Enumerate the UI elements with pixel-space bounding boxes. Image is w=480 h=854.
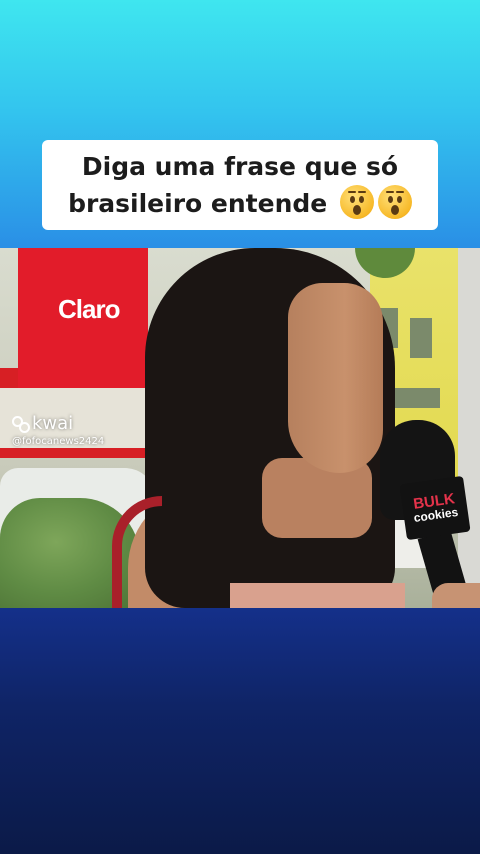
hushed-face-icon bbox=[377, 184, 412, 219]
caption-line-2: brasileiro entende bbox=[68, 188, 328, 218]
hushed-face-icon bbox=[339, 184, 374, 219]
store-sign: Claro bbox=[58, 294, 120, 324]
watermark-handle: @fofocanews2424 bbox=[12, 436, 105, 447]
microphone-flag: BULK cookies bbox=[399, 475, 471, 541]
caption-line-1: Diga uma frase que só bbox=[81, 151, 399, 181]
kwai-watermark: kwai @fofocanews2424 bbox=[12, 413, 104, 447]
watermark-app: kwai bbox=[32, 413, 74, 434]
caption-text: Diga uma frase que só brasileiro entende bbox=[68, 149, 412, 222]
person-face bbox=[288, 283, 383, 473]
video-frame[interactable]: Claro BULK cookies kwai @fofocanews2424 bbox=[0, 248, 480, 608]
caption-box: Diga uma frase que só brasileiro entende bbox=[42, 140, 438, 230]
bottom-background bbox=[0, 608, 480, 854]
kwai-logo-icon bbox=[12, 415, 30, 433]
pole bbox=[458, 248, 480, 608]
interviewer-hand bbox=[432, 583, 480, 608]
person-top bbox=[230, 583, 405, 608]
